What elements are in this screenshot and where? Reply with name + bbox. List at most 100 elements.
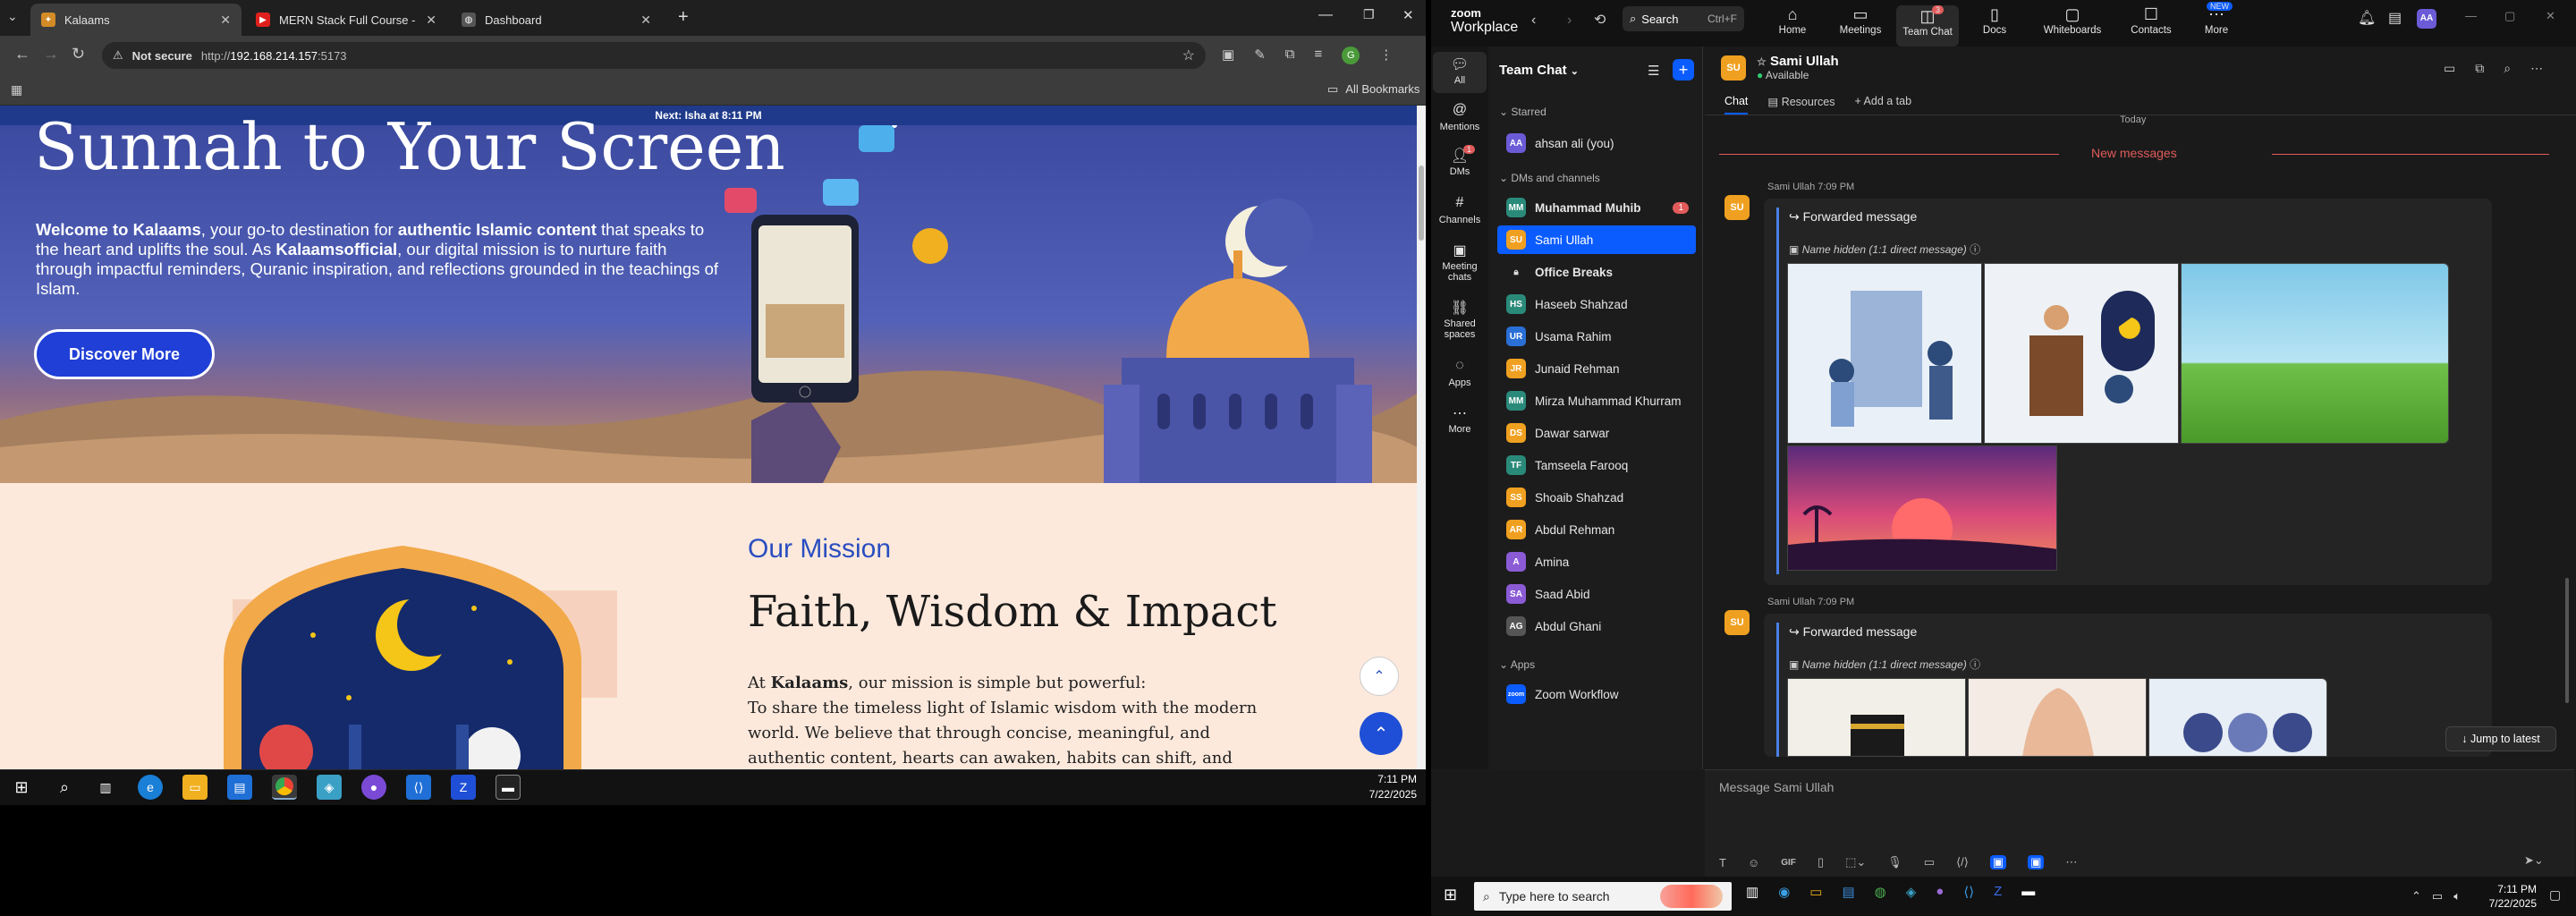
zoom-taskbar-icon[interactable]: Z xyxy=(451,775,476,800)
notification-icon[interactable]: ▢ xyxy=(2549,887,2561,903)
more-options-icon[interactable]: ⋯ xyxy=(2065,855,2077,869)
tab-mern-course[interactable]: ▶ MERN Stack Full Course - ECom ✕ xyxy=(245,4,447,36)
attached-image[interactable] xyxy=(1787,445,2057,571)
github-icon[interactable]: ● xyxy=(361,775,386,800)
jump-to-latest-button[interactable]: ↓ Jump to latest xyxy=(2445,726,2556,751)
rail-mentions[interactable]: @ Mentions xyxy=(1433,102,1487,132)
close-tab-icon[interactable]: ✕ xyxy=(220,13,231,28)
attached-image[interactable] xyxy=(1968,678,2147,757)
nav-home[interactable]: ⌂ Home xyxy=(1761,5,1824,36)
contact-item[interactable]: A Amina xyxy=(1497,547,1696,576)
zoom-search-box[interactable]: ⌕ Search Ctrl+F xyxy=(1623,6,1744,31)
panel-title[interactable]: Team Chat ⌄ xyxy=(1499,63,1579,78)
edge-icon[interactable]: e xyxy=(138,775,163,800)
network-icon[interactable]: ▭ xyxy=(2432,889,2443,903)
reload-icon[interactable]: ↻ xyxy=(72,45,85,64)
nav-back-icon[interactable]: ‹ xyxy=(1531,13,1536,29)
chat-more-icon[interactable]: ⋯ xyxy=(2530,61,2543,76)
message-input[interactable]: Message Sami Ullah xyxy=(1719,780,1834,794)
contact-item[interactable]: MM Mirza Muhammad Khurram xyxy=(1497,386,1696,415)
contact-ahsan-ali[interactable]: AA ahsan ali (you) xyxy=(1497,129,1696,157)
gif-button[interactable]: GIF xyxy=(1781,858,1796,868)
edge-icon[interactable]: ◉ xyxy=(1778,884,1790,900)
mic-icon[interactable]: 🎙︎ xyxy=(1887,855,1902,869)
send-icon[interactable]: ➤⌄ xyxy=(2524,853,2544,868)
video-call-icon[interactable]: ▭ xyxy=(2444,61,2455,76)
nav-docs[interactable]: ▯ Docs xyxy=(1963,5,2026,36)
chrome-icon[interactable]: ◍ xyxy=(1875,884,1886,900)
contact-item[interactable]: JR Junaid Rehman xyxy=(1497,354,1696,383)
terminal-icon[interactable]: ▬ xyxy=(496,775,521,800)
menu-dots-icon[interactable]: ⋮ xyxy=(1379,47,1393,64)
contact-item[interactable]: SU Sami Ullah xyxy=(1497,225,1696,254)
nav-whiteboards[interactable]: ▢ Whiteboards xyxy=(2041,5,2104,36)
rail-shared-spaces[interactable]: ⛓︎ Shared spaces xyxy=(1433,299,1487,340)
profile-avatar[interactable]: G xyxy=(1342,47,1360,64)
page-scrollbar-thumb[interactable] xyxy=(1419,165,1424,241)
section-starred[interactable]: ⌄ Starred xyxy=(1499,106,1546,118)
terminal-icon[interactable]: ▬ xyxy=(2021,884,2035,900)
file-explorer-icon[interactable]: ▭ xyxy=(1809,884,1822,900)
tab-dashboard[interactable]: ◍ Dashboard ✕ xyxy=(451,4,662,36)
nav-contacts[interactable]: ☐ Contacts xyxy=(2120,5,2182,36)
windows-start-icon[interactable]: ⊞ xyxy=(1444,886,1457,904)
task-view-icon[interactable]: ▥ xyxy=(1746,884,1758,900)
close-tab-icon[interactable]: ✕ xyxy=(640,13,651,28)
vscode-icon[interactable]: ⟨⟩ xyxy=(406,775,431,800)
nav-forward-icon[interactable]: › xyxy=(1567,13,1572,29)
all-bookmarks-button[interactable]: ▭ All Bookmarks xyxy=(1327,82,1419,97)
code-icon[interactable]: ⟨/⟩ xyxy=(1956,855,1969,869)
zoom-minimize-icon[interactable]: — xyxy=(2465,9,2477,22)
history-icon[interactable]: ⟲ xyxy=(1594,11,1606,29)
attached-image[interactable] xyxy=(1787,678,1966,757)
contact-item[interactable]: 🔒︎ Office Breaks xyxy=(1497,258,1696,286)
tab-resources[interactable]: ▤ Resources xyxy=(1767,95,1835,114)
contact-item[interactable]: SA Saad Abid xyxy=(1497,580,1696,608)
new-chat-button[interactable]: + xyxy=(1673,59,1694,81)
app-icon[interactable]: ◈ xyxy=(317,775,342,800)
tab-add[interactable]: + Add a tab xyxy=(1854,95,1911,114)
nav-team-chat[interactable]: ◫ Team Chat 3 xyxy=(1896,5,1959,47)
discover-more-button[interactable]: Discover More xyxy=(34,329,215,379)
store-icon[interactable]: ▤ xyxy=(227,775,252,800)
store-icon[interactable]: ▤ xyxy=(1842,884,1854,900)
rail-apps[interactable]: ◌ Apps xyxy=(1433,358,1487,388)
contact-item[interactable]: AR Abdul Rehman xyxy=(1497,515,1696,544)
zoom-taskbar-icon[interactable]: Z xyxy=(1994,884,2002,900)
rail-all[interactable]: 💬︎ All xyxy=(1433,52,1487,93)
nav-more[interactable]: ⋯ More NEW xyxy=(2185,2,2248,36)
contact-item[interactable]: SS Shoaib Shahzad xyxy=(1497,483,1696,512)
zoom-close-icon[interactable]: ✕ xyxy=(2546,9,2555,23)
app-icon[interactable]: ◈ xyxy=(1906,884,1917,900)
tab-kalaams[interactable]: ✦ Kalaams ✕ xyxy=(30,4,242,36)
emoji-icon[interactable]: ☺ xyxy=(1748,856,1759,869)
section-apps[interactable]: ⌄ Apps xyxy=(1499,658,1535,671)
windows-start-icon[interactable]: ⊞ xyxy=(9,775,34,800)
contact-item[interactable]: TF Tamseela Farooq xyxy=(1497,451,1696,479)
contact-item[interactable]: MM Muhammad Muhib 1 xyxy=(1497,193,1696,222)
search-icon[interactable]: ⌕ xyxy=(52,775,77,800)
contact-item[interactable]: HS Haseeb Shahzad xyxy=(1497,290,1696,318)
attached-image[interactable] xyxy=(1787,263,1982,444)
attach-file-icon[interactable]: ▯ xyxy=(1818,855,1824,869)
puzzle-icon[interactable]: ⧉ xyxy=(1285,47,1295,64)
section-dms-channels[interactable]: ⌄ DMs and channels xyxy=(1499,172,1600,184)
close-window-icon[interactable]: ✕ xyxy=(1402,7,1414,23)
taskbar-search-box[interactable]: ⌕ Type here to search xyxy=(1474,882,1732,911)
tab-search-icon[interactable]: ⌄ xyxy=(7,9,18,24)
format-text-icon[interactable]: T xyxy=(1719,856,1726,869)
share-screen-icon[interactable]: ⧉ xyxy=(2475,61,2484,76)
screenshot-icon[interactable]: ⬚⌄ xyxy=(1845,855,1866,869)
task-view-icon[interactable]: ▥ xyxy=(93,775,118,800)
close-tab-icon[interactable]: ✕ xyxy=(426,13,436,28)
bookmark-star-icon[interactable]: ☆ xyxy=(1182,47,1195,64)
volume-icon[interactable]: 🔈︎ xyxy=(2453,889,2461,903)
zoom-maximize-icon[interactable]: ▢ xyxy=(2504,9,2515,23)
filter-icon[interactable]: ☰ xyxy=(1648,63,1659,79)
chat-scrollbar[interactable] xyxy=(2565,578,2569,703)
app-blue-icon-2[interactable]: ▣ xyxy=(2028,855,2045,869)
tab-chat[interactable]: Chat xyxy=(1724,95,1749,114)
forward-icon[interactable]: → xyxy=(43,45,59,64)
attached-image[interactable] xyxy=(1984,263,2179,444)
minimize-icon[interactable]: — xyxy=(1318,7,1333,23)
